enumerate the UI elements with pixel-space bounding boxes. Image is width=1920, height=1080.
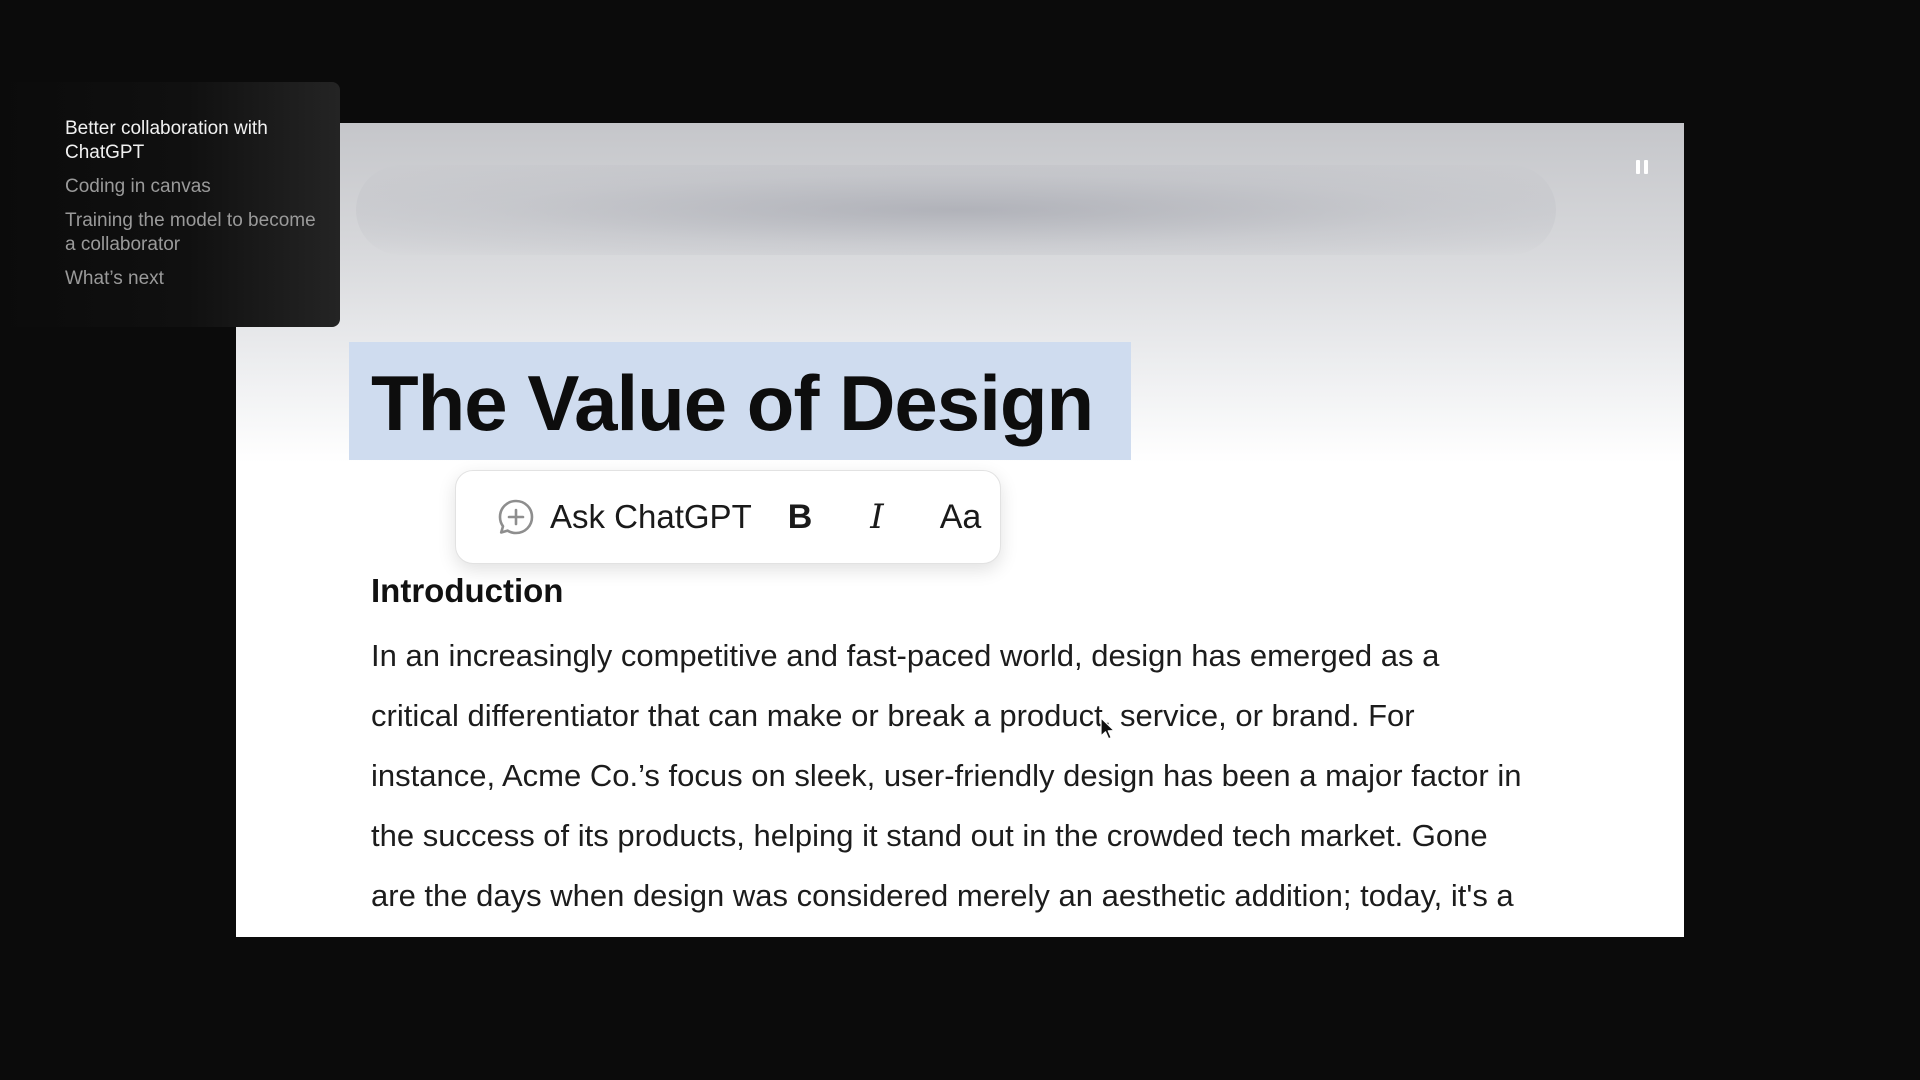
blurred-bar bbox=[356, 165, 1556, 255]
bold-button[interactable]: B bbox=[788, 500, 813, 534]
pause-button[interactable] bbox=[1630, 155, 1654, 179]
toc-item-training-the-model[interactable]: Training the model to become a collabora… bbox=[65, 209, 325, 257]
video-frame: The Value of Design Ask ChatGPT B I Aa I… bbox=[236, 123, 1684, 937]
ask-chatgpt-button[interactable]: Ask ChatGPT bbox=[496, 497, 752, 537]
text-style-button[interactable]: Aa bbox=[940, 500, 982, 534]
body-paragraph[interactable]: In an increasingly competitive and fast-… bbox=[371, 626, 1591, 926]
formatting-toolbar: Ask ChatGPT B I Aa bbox=[455, 470, 1001, 564]
paragraph-line: are the days when design was considered … bbox=[371, 878, 1514, 913]
toc-item-better-collaboration[interactable]: Better collaboration with ChatGPT bbox=[65, 117, 325, 165]
toc-list: Better collaboration with ChatGPT Coding… bbox=[65, 117, 325, 301]
italic-button[interactable]: I bbox=[870, 500, 883, 534]
toc-item-whats-next[interactable]: What’s next bbox=[65, 267, 325, 291]
mouse-cursor-icon bbox=[1100, 717, 1115, 740]
paragraph-line: In an increasingly competitive and fast-… bbox=[371, 638, 1440, 673]
toc-item-coding-in-canvas[interactable]: Coding in canvas bbox=[65, 175, 325, 199]
paragraph-line: critical differentiator that can make or… bbox=[371, 698, 1415, 733]
pause-icon-bar bbox=[1644, 160, 1648, 174]
chat-plus-icon bbox=[498, 499, 534, 535]
ask-chatgpt-label: Ask ChatGPT bbox=[550, 498, 752, 535]
paragraph-line: the success of its products, helping it … bbox=[371, 818, 1488, 853]
table-of-contents: Better collaboration with ChatGPT Coding… bbox=[0, 82, 340, 327]
title-selection-highlight[interactable]: The Value of Design bbox=[349, 342, 1131, 460]
pause-icon bbox=[1636, 160, 1640, 174]
paragraph-line: instance, Acme Co.’s focus on sleek, use… bbox=[371, 758, 1522, 793]
section-heading[interactable]: Introduction bbox=[371, 571, 563, 611]
document-title[interactable]: The Value of Design bbox=[371, 358, 1094, 448]
